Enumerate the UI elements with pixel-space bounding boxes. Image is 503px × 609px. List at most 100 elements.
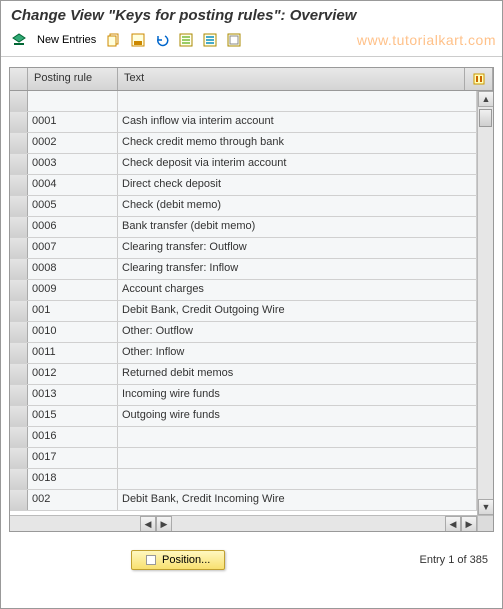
row-selector[interactable]: [10, 490, 28, 510]
deselect-all-icon[interactable]: [200, 30, 220, 50]
table-row[interactable]: 0016: [10, 427, 477, 448]
cell-text[interactable]: [118, 469, 477, 489]
row-selector[interactable]: [10, 175, 28, 195]
cell-posting-rule[interactable]: 0017: [28, 448, 118, 468]
vertical-scrollbar[interactable]: ▲ ▼: [477, 91, 493, 515]
cell-posting-rule[interactable]: 0003: [28, 154, 118, 174]
table-row[interactable]: 0005Check (debit memo): [10, 196, 477, 217]
table-settings-icon[interactable]: [465, 68, 493, 90]
cell-posting-rule[interactable]: [28, 91, 118, 111]
table-row[interactable]: [10, 91, 477, 112]
cell-posting-rule[interactable]: 002: [28, 490, 118, 510]
table-row[interactable]: 0004Direct check deposit: [10, 175, 477, 196]
cell-posting-rule[interactable]: 0012: [28, 364, 118, 384]
cell-text[interactable]: Debit Bank, Credit Outgoing Wire: [118, 301, 477, 321]
row-selector[interactable]: [10, 469, 28, 489]
row-selector[interactable]: [10, 154, 28, 174]
scroll-down-icon[interactable]: ▼: [478, 499, 493, 515]
row-selector[interactable]: [10, 406, 28, 426]
row-selector[interactable]: [10, 364, 28, 384]
cell-posting-rule[interactable]: 0001: [28, 112, 118, 132]
cell-posting-rule[interactable]: 0010: [28, 322, 118, 342]
table-row[interactable]: 0001Cash inflow via interim account: [10, 112, 477, 133]
table-row[interactable]: 0015Outgoing wire funds: [10, 406, 477, 427]
cell-text[interactable]: Account charges: [118, 280, 477, 300]
cell-text[interactable]: Check (debit memo): [118, 196, 477, 216]
cell-posting-rule[interactable]: 0006: [28, 217, 118, 237]
row-selector[interactable]: [10, 280, 28, 300]
row-selector[interactable]: [10, 343, 28, 363]
scroll-up-icon[interactable]: ▲: [478, 91, 493, 107]
horizontal-scrollbar[interactable]: ◀ ▶ ◀ ▶: [10, 515, 477, 531]
cell-text[interactable]: [118, 91, 477, 111]
print-icon[interactable]: [224, 30, 244, 50]
row-selector[interactable]: [10, 91, 28, 111]
table-row[interactable]: 0011Other: Inflow: [10, 343, 477, 364]
scroll-right-icon[interactable]: ▶: [156, 516, 172, 531]
undo-icon[interactable]: [152, 30, 172, 50]
cell-text[interactable]: Bank transfer (debit memo): [118, 217, 477, 237]
cell-posting-rule[interactable]: 001: [28, 301, 118, 321]
cell-text[interactable]: Direct check deposit: [118, 175, 477, 195]
row-selector[interactable]: [10, 427, 28, 447]
table-row[interactable]: 0007Clearing transfer: Outflow: [10, 238, 477, 259]
cell-text[interactable]: Debit Bank, Credit Incoming Wire: [118, 490, 477, 510]
cell-posting-rule[interactable]: 0016: [28, 427, 118, 447]
row-selector[interactable]: [10, 238, 28, 258]
table-row[interactable]: 0017: [10, 448, 477, 469]
position-button[interactable]: Position...: [131, 550, 225, 570]
cell-posting-rule[interactable]: 0007: [28, 238, 118, 258]
table-row[interactable]: 001Debit Bank, Credit Outgoing Wire: [10, 301, 477, 322]
cell-text[interactable]: Clearing transfer: Inflow: [118, 259, 477, 279]
toggle-icon[interactable]: [9, 30, 29, 50]
table-row[interactable]: 0012Returned debit memos: [10, 364, 477, 385]
save-icon[interactable]: [128, 30, 148, 50]
cell-posting-rule[interactable]: 0018: [28, 469, 118, 489]
table-row[interactable]: 0013Incoming wire funds: [10, 385, 477, 406]
cell-posting-rule[interactable]: 0011: [28, 343, 118, 363]
scroll-left-icon[interactable]: ◀: [140, 516, 156, 531]
row-selector[interactable]: [10, 301, 28, 321]
cell-text[interactable]: Clearing transfer: Outflow: [118, 238, 477, 258]
cell-text[interactable]: Cash inflow via interim account: [118, 112, 477, 132]
row-selector[interactable]: [10, 322, 28, 342]
row-selector[interactable]: [10, 112, 28, 132]
row-selector[interactable]: [10, 385, 28, 405]
table-row[interactable]: 0009Account charges: [10, 280, 477, 301]
cell-text[interactable]: Returned debit memos: [118, 364, 477, 384]
cell-text[interactable]: Check credit memo through bank: [118, 133, 477, 153]
table-row[interactable]: 0008Clearing transfer: Inflow: [10, 259, 477, 280]
cell-text[interactable]: [118, 448, 477, 468]
cell-text[interactable]: Other: Inflow: [118, 343, 477, 363]
cell-posting-rule[interactable]: 0002: [28, 133, 118, 153]
cell-posting-rule[interactable]: 0015: [28, 406, 118, 426]
select-all-icon[interactable]: [176, 30, 196, 50]
cell-posting-rule[interactable]: 0008: [28, 259, 118, 279]
table-row[interactable]: 0002Check credit memo through bank: [10, 133, 477, 154]
cell-posting-rule[interactable]: 0004: [28, 175, 118, 195]
cell-posting-rule[interactable]: 0013: [28, 385, 118, 405]
scroll-right-icon-2[interactable]: ▶: [461, 516, 477, 531]
scrollbar-thumb[interactable]: [479, 109, 492, 127]
cell-text[interactable]: [118, 427, 477, 447]
row-selector[interactable]: [10, 217, 28, 237]
table-row[interactable]: 0010Other: Outflow: [10, 322, 477, 343]
column-header-rule[interactable]: Posting rule: [28, 68, 118, 90]
row-selector[interactable]: [10, 196, 28, 216]
copy-icon[interactable]: [104, 30, 124, 50]
table-row[interactable]: 0006Bank transfer (debit memo): [10, 217, 477, 238]
scroll-left-icon-2[interactable]: ◀: [445, 516, 461, 531]
cell-posting-rule[interactable]: 0005: [28, 196, 118, 216]
cell-text[interactable]: Other: Outflow: [118, 322, 477, 342]
cell-text[interactable]: Incoming wire funds: [118, 385, 477, 405]
cell-posting-rule[interactable]: 0009: [28, 280, 118, 300]
cell-text[interactable]: Outgoing wire funds: [118, 406, 477, 426]
column-header-text[interactable]: Text: [118, 68, 465, 90]
table-row[interactable]: 002Debit Bank, Credit Incoming Wire: [10, 490, 477, 511]
new-entries-button[interactable]: New Entries: [33, 34, 100, 46]
row-selector[interactable]: [10, 133, 28, 153]
cell-text[interactable]: Check deposit via interim account: [118, 154, 477, 174]
table-row[interactable]: 0018: [10, 469, 477, 490]
row-selector[interactable]: [10, 448, 28, 468]
row-selector[interactable]: [10, 259, 28, 279]
